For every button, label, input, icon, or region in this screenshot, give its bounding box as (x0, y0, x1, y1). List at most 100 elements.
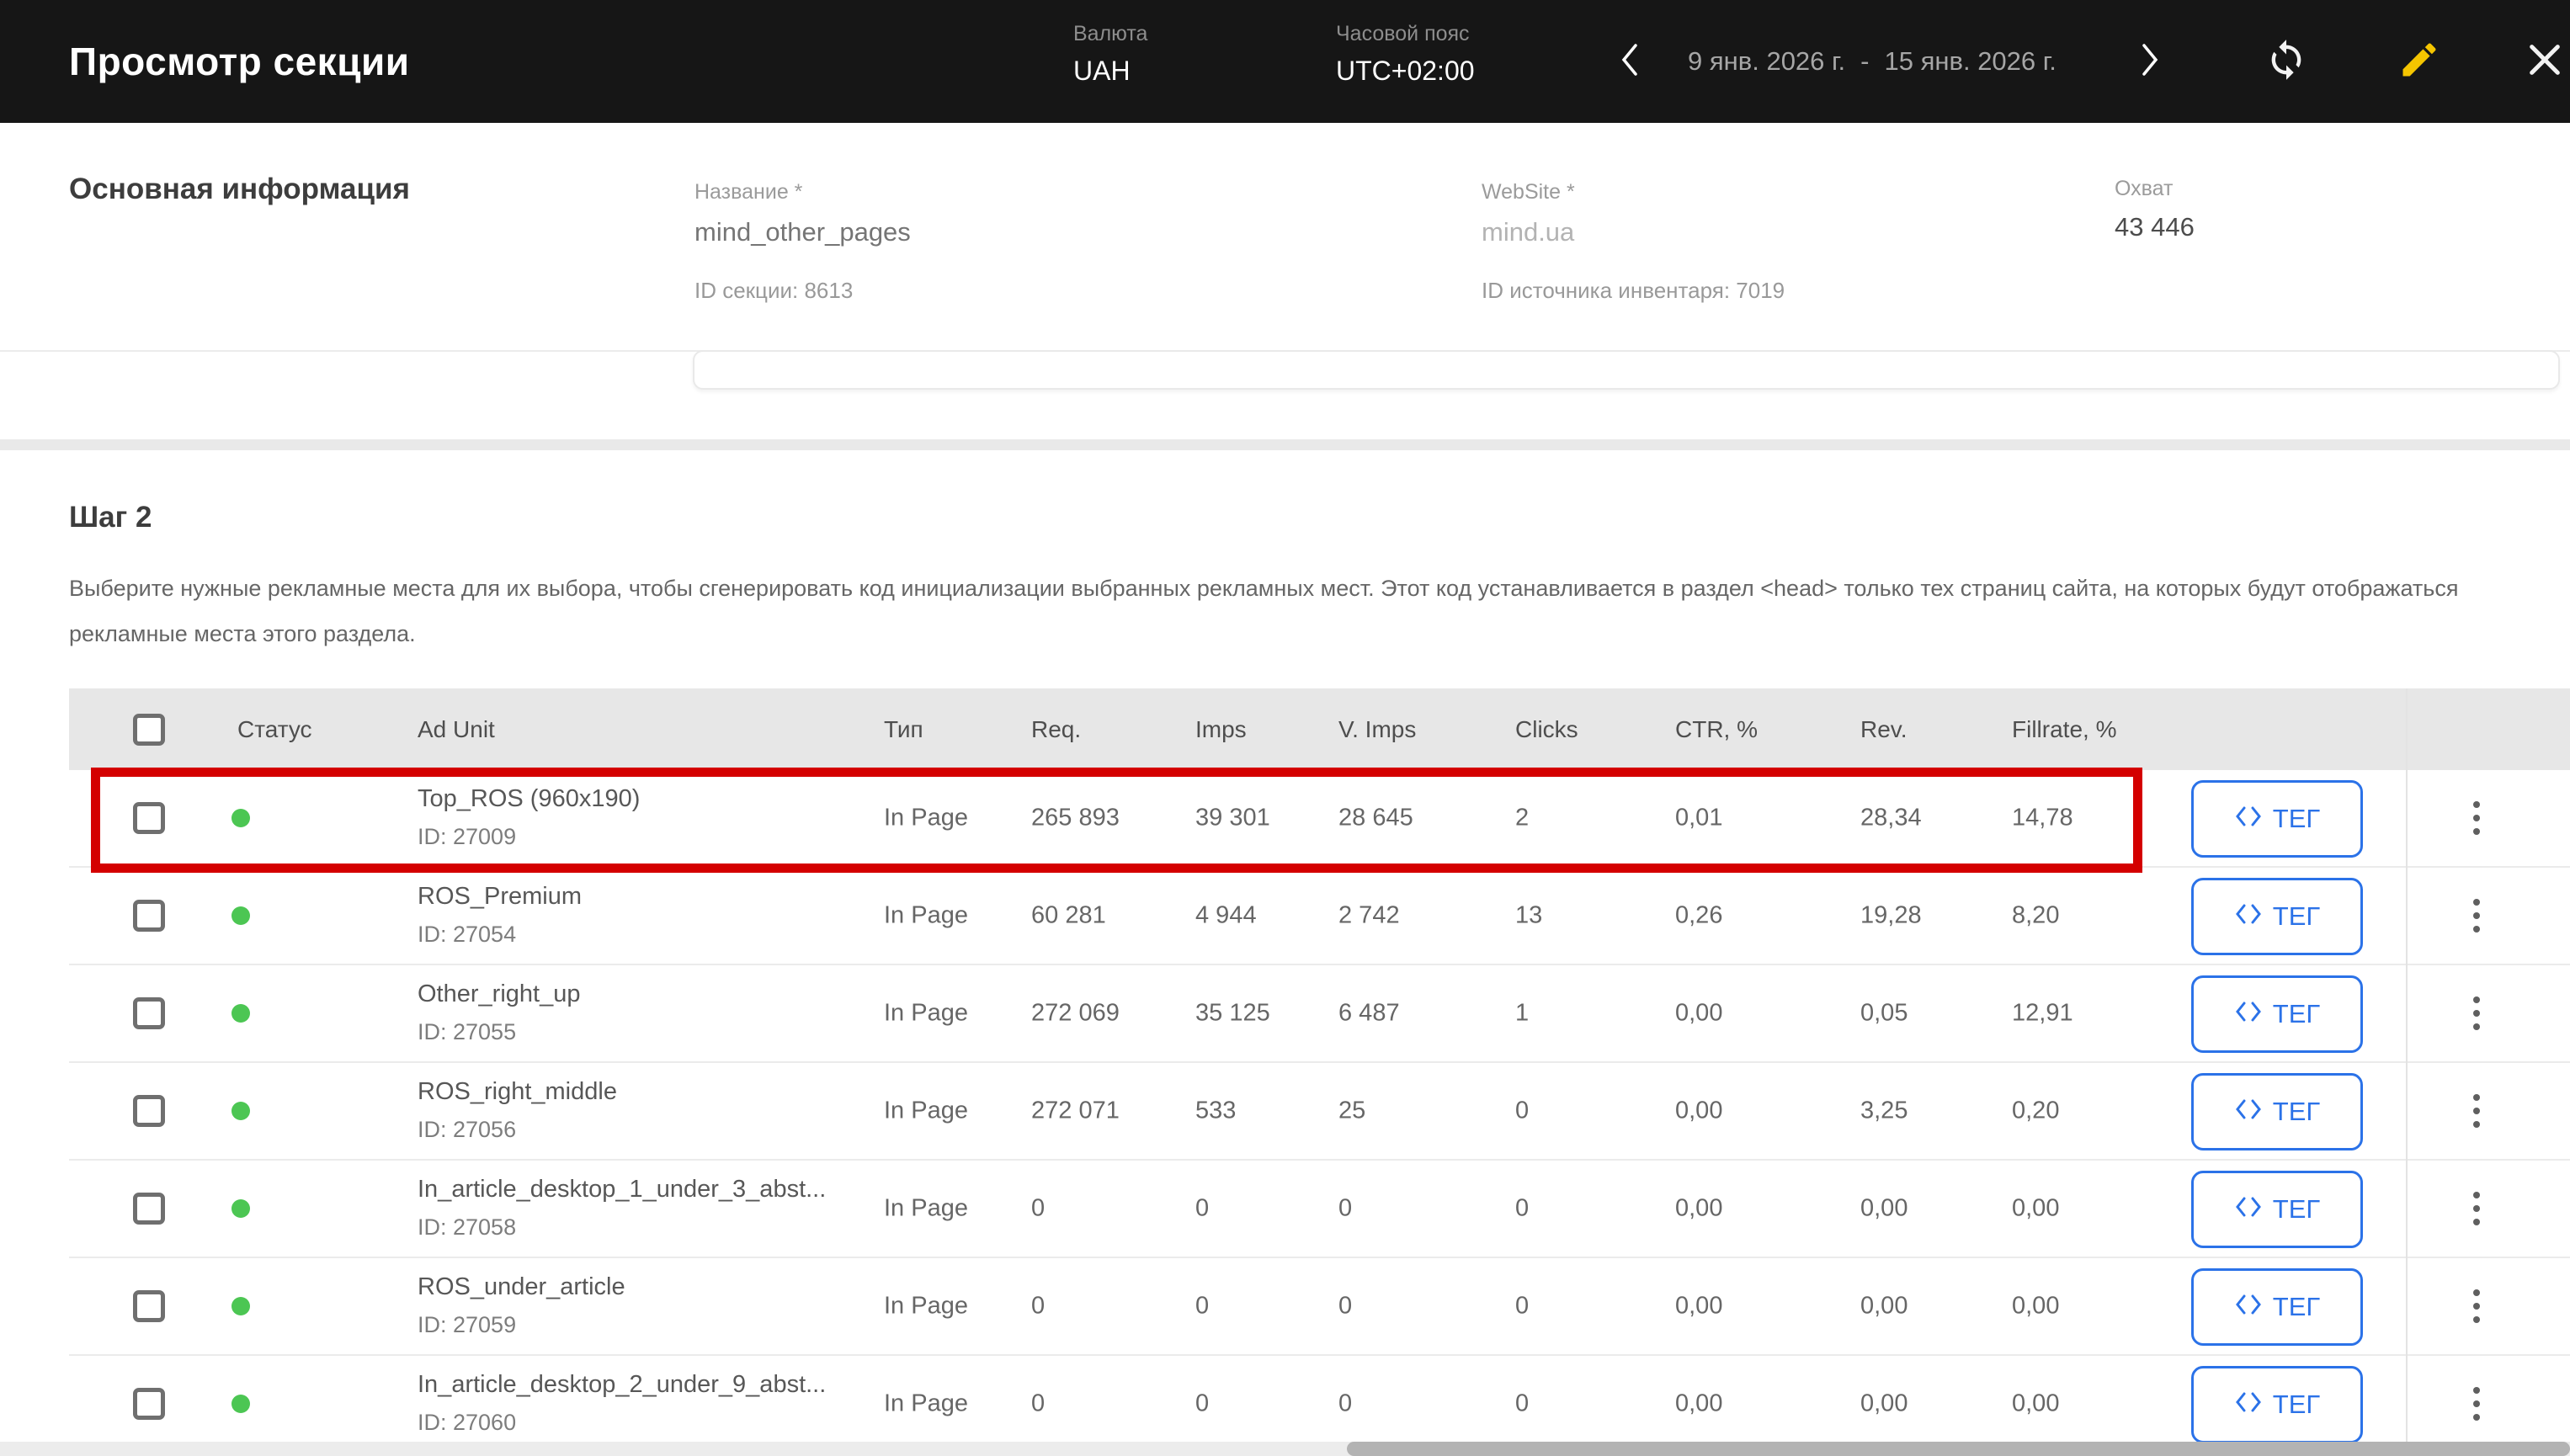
cell-vimps: 0 (1338, 1390, 1352, 1418)
tag-button-label: ТЕГ (2273, 804, 2320, 834)
select-all-checkbox[interactable] (133, 714, 165, 746)
row-menu-button[interactable] (2468, 1284, 2485, 1328)
adunit-id: ID: 27059 (418, 1312, 516, 1338)
step2-title: Шаг 2 (69, 501, 152, 534)
column-header-status: Статус (237, 716, 312, 743)
cell-rev: 28,34 (1860, 805, 1922, 832)
tag-button[interactable]: ТЕГ (2191, 1171, 2363, 1248)
edit-button[interactable] (2397, 0, 2441, 123)
cell-fillrate: 8,20 (2012, 902, 2059, 930)
adunit-name: ROS_under_article (418, 1273, 625, 1301)
cell-ctr: 0,00 (1675, 1195, 1722, 1223)
tag-button[interactable]: ТЕГ (2191, 780, 2363, 858)
cell-fillrate: 0,00 (2012, 1390, 2059, 1418)
date-range[interactable]: 9 янв. 2026 г. - 15 янв. 2026 г. (1688, 0, 2057, 123)
column-header-req: Req. (1031, 716, 1081, 743)
tag-button-label: ТЕГ (2273, 1194, 2320, 1225)
cell-ctr: 0,00 (1675, 1000, 1722, 1028)
row-menu-button[interactable] (2468, 1382, 2485, 1426)
cell-type: In Page (884, 902, 968, 930)
cell-ctr: 0,01 (1675, 805, 1722, 832)
cell-ctr: 0,00 (1675, 1097, 1722, 1125)
tag-button[interactable]: ТЕГ (2191, 1073, 2363, 1150)
top-bar: Просмотр секции Валюта UAH Часовой пояс … (0, 0, 2570, 123)
cell-clicks: 2 (1515, 805, 1529, 832)
column-header-clicks: Clicks (1515, 716, 1578, 743)
row-menu-button[interactable] (2468, 796, 2485, 840)
table-row: ROS_right_middle ID: 27056 In Page 272 0… (69, 1063, 2570, 1161)
row-menu-button[interactable] (2468, 991, 2485, 1035)
name-label: Название * (694, 180, 802, 205)
tag-button[interactable]: ТЕГ (2191, 1268, 2363, 1346)
tag-button[interactable]: ТЕГ (2191, 975, 2363, 1053)
code-icon (2234, 1390, 2263, 1420)
cell-clicks: 0 (1515, 1293, 1529, 1320)
page-title: Просмотр секции (69, 0, 410, 123)
cell-vimps: 0 (1338, 1293, 1352, 1320)
status-active-dot (231, 1004, 250, 1023)
row-checkbox[interactable] (133, 1388, 165, 1420)
cell-fillrate: 0,00 (2012, 1195, 2059, 1223)
horizontal-scrollbar-thumb[interactable] (1347, 1442, 2570, 1456)
info-section-title: Основная информация (69, 173, 410, 206)
row-checkbox[interactable] (133, 997, 165, 1029)
cell-req: 272 071 (1031, 1097, 1120, 1125)
reach-label: Охват (2115, 177, 2173, 201)
timezone-label: Часовой пояс (1336, 22, 1470, 46)
date-to: 15 янв. 2026 г. (1885, 46, 2057, 77)
date-range-separator: - (1860, 46, 1869, 77)
cell-vimps: 0 (1338, 1195, 1352, 1223)
date-prev-button[interactable] (1618, 0, 1642, 123)
cell-imps: 35 125 (1195, 1000, 1270, 1028)
currency-group: Валюта UAH (1073, 0, 1258, 123)
status-active-dot (231, 1297, 250, 1315)
tag-button-label: ТЕГ (2273, 901, 2320, 932)
cell-fillrate: 0,20 (2012, 1097, 2059, 1125)
cell-req: 265 893 (1031, 805, 1120, 832)
cell-ctr: 0,00 (1675, 1390, 1722, 1418)
reach-value: 43 446 (2115, 212, 2195, 242)
tag-button-label: ТЕГ (2273, 999, 2320, 1029)
row-checkbox[interactable] (133, 802, 165, 834)
actions-column-divider (2406, 688, 2408, 1445)
cell-fillrate: 14,78 (2012, 805, 2073, 832)
row-menu-button[interactable] (2468, 894, 2485, 938)
cell-imps: 0 (1195, 1293, 1209, 1320)
cell-rev: 0,00 (1860, 1195, 1908, 1223)
cell-rev: 0,00 (1860, 1390, 1908, 1418)
row-menu-button[interactable] (2468, 1187, 2485, 1230)
column-header-fillrate: Fillrate, % (2012, 716, 2116, 743)
adunit-id: ID: 27056 (418, 1117, 516, 1143)
cell-clicks: 0 (1515, 1097, 1529, 1125)
cell-vimps: 6 487 (1338, 1000, 1400, 1028)
table-row: ROS_under_article ID: 27059 In Page 0 0 … (69, 1258, 2570, 1356)
tag-button-label: ТЕГ (2273, 1292, 2320, 1322)
row-checkbox[interactable] (133, 1290, 165, 1322)
tag-button[interactable]: ТЕГ (2191, 878, 2363, 955)
row-checkbox[interactable] (133, 1193, 165, 1225)
cell-clicks: 1 (1515, 1000, 1529, 1028)
code-icon (2234, 804, 2263, 834)
row-menu-button[interactable] (2468, 1089, 2485, 1133)
cell-rev: 3,25 (1860, 1097, 1908, 1125)
table-header-row: Статус Ad Unit Тип Req. Imps V. Imps Cli… (69, 688, 2570, 770)
row-checkbox[interactable] (133, 1095, 165, 1127)
cell-rev: 0,00 (1860, 1293, 1908, 1320)
status-active-dot (231, 1102, 250, 1120)
column-header-type: Тип (884, 716, 923, 743)
tag-button[interactable]: ТЕГ (2191, 1366, 2363, 1443)
cell-type: In Page (884, 1293, 968, 1320)
adunit-name: Top_ROS (960x190) (418, 785, 640, 813)
adunit-name: ROS_Premium (418, 883, 582, 911)
refresh-button[interactable] (2264, 0, 2308, 123)
row-checkbox[interactable] (133, 900, 165, 932)
website-label: WebSite * (1482, 180, 1575, 205)
cell-imps: 0 (1195, 1390, 1209, 1418)
column-header-adunit: Ad Unit (418, 716, 495, 743)
website-field[interactable]: mind.ua (1482, 217, 1574, 247)
adunit-id: ID: 27054 (418, 922, 516, 948)
name-value[interactable]: mind_other_pages (694, 217, 911, 247)
close-button[interactable] (2525, 0, 2564, 123)
cell-imps: 533 (1195, 1097, 1236, 1125)
date-next-button[interactable] (2138, 0, 2162, 123)
